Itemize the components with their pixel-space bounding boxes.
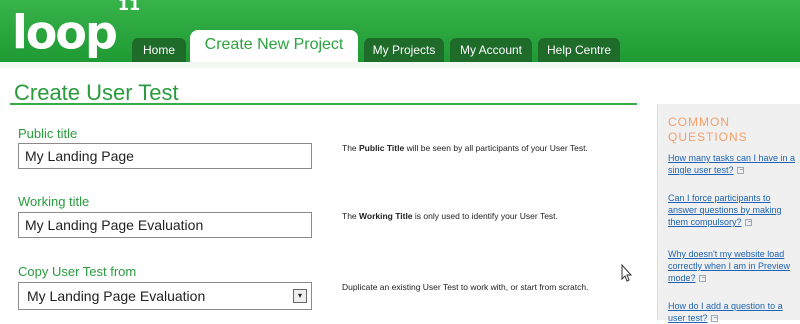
working-title-input[interactable] xyxy=(18,212,312,238)
external-link-icon xyxy=(710,315,718,323)
tab-home[interactable]: Home xyxy=(132,38,186,62)
faq-link[interactable]: How many tasks can I have in a single us… xyxy=(668,152,798,176)
public-title-input[interactable] xyxy=(18,143,312,169)
header-shadow-band xyxy=(0,62,800,68)
public-title-label: Public title xyxy=(18,126,78,141)
app-header: loop11 Home Create New Project My Projec… xyxy=(0,0,800,62)
copy-from-help: Duplicate an existing User Test to work … xyxy=(342,282,589,292)
dropdown-arrow-icon[interactable]: ▾ xyxy=(293,289,307,303)
mouse-cursor-icon xyxy=(621,264,633,282)
copy-from-label: Copy User Test from xyxy=(18,264,137,279)
tab-create-new-project[interactable]: Create New Project xyxy=(190,30,358,62)
external-link-icon xyxy=(698,275,706,283)
external-link-icon xyxy=(744,219,752,227)
faq-link[interactable]: Why doesn't my website load correctly wh… xyxy=(668,248,798,284)
public-title-help: The Public Title will be seen by all par… xyxy=(342,143,588,153)
tab-my-account[interactable]: My Account xyxy=(450,38,532,62)
faq-link[interactable]: How do I add a question to a user test? xyxy=(668,300,798,324)
copy-from-select[interactable]: My Landing Page Evaluation ▾ xyxy=(18,282,312,310)
tab-help-centre[interactable]: Help Centre xyxy=(538,38,620,62)
working-title-help: The Working Title is only used to identi… xyxy=(342,211,558,221)
external-link-icon xyxy=(736,167,744,175)
tab-my-projects[interactable]: My Projects xyxy=(364,38,444,62)
faq-link[interactable]: Can I force participants to answer quest… xyxy=(668,192,798,228)
copy-from-selected-value: My Landing Page Evaluation xyxy=(27,288,206,304)
common-questions-heading: COMMON QUESTIONS xyxy=(668,115,748,144)
loop11-logo[interactable]: loop11 xyxy=(12,0,140,55)
title-divider xyxy=(10,103,637,105)
working-title-label: Working title xyxy=(18,194,90,209)
